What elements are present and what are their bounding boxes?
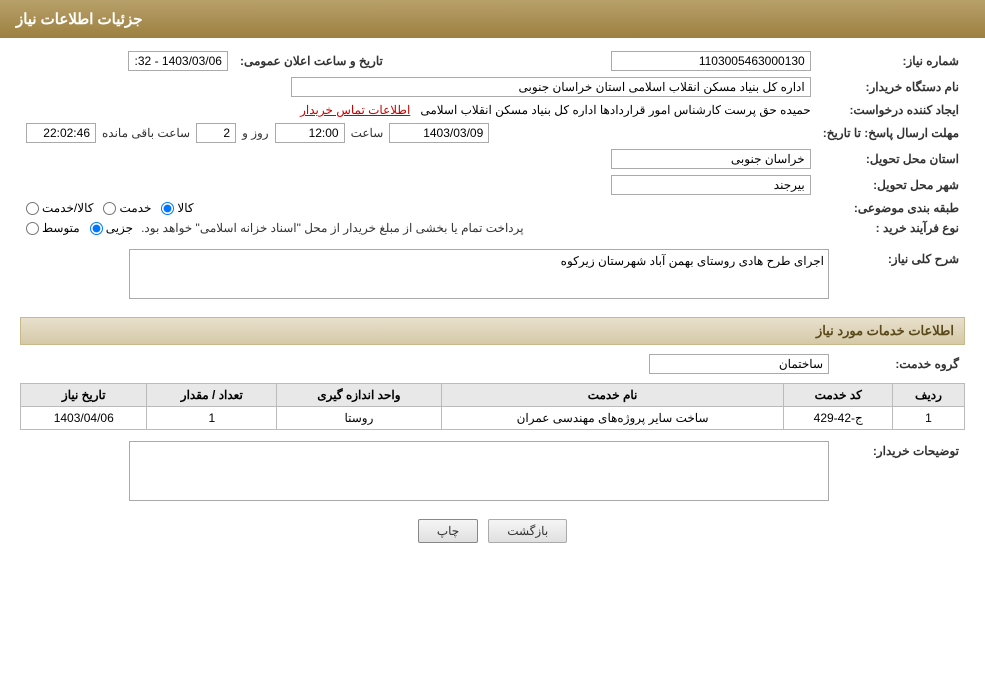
purchase-mottavasit-label: متوسط bbox=[42, 221, 80, 235]
buyer-desc-wrapper bbox=[26, 441, 829, 504]
table-row: 1ج-42-429ساخت سایر پروژه‌های مهندسی عمرا… bbox=[21, 407, 965, 430]
category-khedmat-radio[interactable] bbox=[103, 202, 116, 215]
col-date: تاریخ نیاز bbox=[21, 384, 147, 407]
service-group-input[interactable] bbox=[649, 354, 829, 374]
cell-code: ج-42-429 bbox=[784, 407, 893, 430]
cell-row: 1 bbox=[892, 407, 964, 430]
col-unit: واحد اندازه گیری bbox=[277, 384, 441, 407]
city-input[interactable] bbox=[611, 175, 811, 195]
col-row: ردیف bbox=[892, 384, 964, 407]
cell-date: 1403/04/06 bbox=[21, 407, 147, 430]
deadline-time-label: ساعت bbox=[351, 126, 384, 140]
category-khedmat-label: خدمت bbox=[119, 201, 151, 215]
deadline-label: مهلت ارسال پاسخ: تا تاریخ: bbox=[817, 120, 965, 146]
need-number-label: شماره نیاز: bbox=[817, 48, 965, 74]
service-group-label: گروه خدمت: bbox=[835, 351, 965, 377]
category-kala-khedmat-label: کالا/خدمت bbox=[42, 201, 93, 215]
buyer-org-label: نام دستگاه خریدار: bbox=[817, 74, 965, 100]
province-input[interactable] bbox=[611, 149, 811, 169]
purchase-jozvi-radio[interactable] bbox=[90, 222, 103, 235]
deadline-date-input[interactable] bbox=[389, 123, 489, 143]
category-radio-group: کالا/خدمت خدمت کالا bbox=[26, 201, 811, 215]
services-table: ردیف کد خدمت نام خدمت واحد اندازه گیری ت… bbox=[20, 383, 965, 430]
need-desc-wrapper: اجرای طرح هادی روستای بهمن آباد شهرستان … bbox=[26, 249, 829, 302]
deadline-time-input[interactable] bbox=[275, 123, 345, 143]
col-code: کد خدمت bbox=[784, 384, 893, 407]
category-kala-label: کالا bbox=[177, 201, 193, 215]
col-name: نام خدمت bbox=[441, 384, 784, 407]
category-kala-radio[interactable] bbox=[161, 202, 174, 215]
creator-value: حمیده حق پرست کارشناس امور قراردادها ادا… bbox=[420, 103, 810, 117]
page-title: جزئیات اطلاعات نیاز bbox=[16, 11, 143, 28]
purchase-desc: پرداخت تمام یا بخشی از مبلغ خریدار از مح… bbox=[141, 221, 524, 235]
purchase-type-label: نوع فرآیند خرید : bbox=[817, 218, 965, 238]
category-label: طبقه بندی موضوعی: bbox=[817, 198, 965, 218]
need-desc-label: شرح کلی نیاز: bbox=[835, 246, 965, 305]
need-desc-table: شرح کلی نیاز: اجرای طرح هادی روستای بهمن… bbox=[20, 246, 965, 305]
buyer-org-input[interactable] bbox=[291, 77, 811, 97]
need-number-input[interactable] bbox=[611, 51, 811, 71]
print-button[interactable]: چاپ bbox=[418, 519, 478, 543]
buyer-desc-label: توضیحات خریدار: bbox=[835, 438, 965, 507]
city-label: شهر محل تحویل: bbox=[817, 172, 965, 198]
back-button[interactable]: بازگشت bbox=[488, 519, 567, 543]
cell-qty: 1 bbox=[147, 407, 277, 430]
creator-label: ایجاد کننده درخواست: bbox=[817, 100, 965, 120]
category-kala-khedmat-radio[interactable] bbox=[26, 202, 39, 215]
contact-link[interactable]: اطلاعات تماس خریدار bbox=[300, 103, 410, 117]
buyer-desc-table: توضیحات خریدار: bbox=[20, 438, 965, 507]
service-group-table: گروه خدمت: bbox=[20, 351, 965, 377]
services-section-title: اطلاعات خدمات مورد نیاز bbox=[20, 317, 965, 345]
purchase-type-radio-group: متوسط جزیی bbox=[26, 221, 133, 235]
buyer-desc-textarea[interactable] bbox=[129, 441, 829, 501]
deadline-remaining-label: ساعت باقی مانده bbox=[102, 126, 190, 140]
cell-name: ساخت سایر پروژه‌های مهندسی عمران bbox=[441, 407, 784, 430]
cell-unit: روستا bbox=[277, 407, 441, 430]
page-header: جزئیات اطلاعات نیاز bbox=[0, 0, 985, 38]
province-label: استان محل تحویل: bbox=[817, 146, 965, 172]
purchase-jozvi-label: جزیی bbox=[106, 221, 133, 235]
deadline-days-label: روز و bbox=[242, 126, 269, 140]
need-desc-textarea[interactable] bbox=[129, 249, 829, 299]
col-qty: تعداد / مقدار bbox=[147, 384, 277, 407]
main-info-table: شماره نیاز: تاریخ و ساعت اعلان عمومی: نا… bbox=[20, 48, 965, 238]
btn-area: بازگشت چاپ bbox=[20, 507, 965, 559]
announce-date-input[interactable] bbox=[128, 51, 228, 71]
deadline-remaining-input[interactable] bbox=[26, 123, 96, 143]
announce-date-label: تاریخ و ساعت اعلان عمومی: bbox=[234, 48, 389, 74]
purchase-mottavasit-radio[interactable] bbox=[26, 222, 39, 235]
deadline-days-input[interactable] bbox=[196, 123, 236, 143]
